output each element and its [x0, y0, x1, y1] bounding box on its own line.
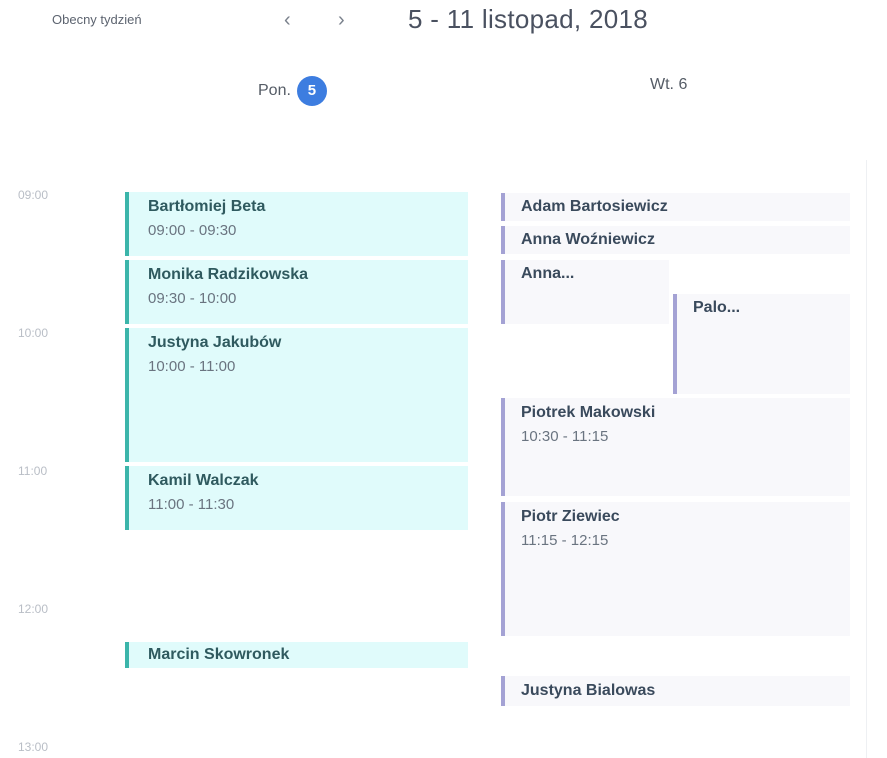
event-time: 11:00 - 11:30: [148, 496, 235, 513]
event-name: Palo...: [693, 299, 741, 316]
time-label: 10:00: [18, 326, 49, 340]
event-name: Bartłomiej Beta: [148, 198, 266, 215]
day-name: Wt. 6: [650, 76, 688, 93]
today-badge: 5: [296, 76, 327, 106]
event-adam-bartosiewicz[interactable]: Adam Bartosiewicz: [501, 193, 850, 221]
grid-divider: [866, 160, 867, 758]
calendar-header: Obecny tydzień ‹ › 5 - 11 listopad, 2018: [0, 0, 887, 50]
time-label: 11:00: [18, 464, 48, 478]
event-bartlomiej-beta[interactable]: Bartłomiej Beta 09:00 - 09:30: [125, 192, 468, 256]
date-range-title: 5 - 11 listopad, 2018: [408, 4, 648, 34]
event-justyna-bialowas[interactable]: Justyna Bialowas: [501, 676, 850, 706]
event-name: Adam Bartosiewicz: [521, 198, 668, 215]
event-justyna-jakubow[interactable]: Justyna Jakubów 10:00 - 11:00: [125, 328, 468, 462]
event-name: Kamil Walczak: [148, 472, 259, 489]
calendar-grid: 09:00 10:00 11:00 12:00 13:00 Bartłomiej…: [0, 160, 887, 758]
event-name: Monika Radzikowska: [148, 266, 309, 283]
event-name: Marcin Skowronek: [148, 646, 290, 663]
event-name: Anna...: [521, 265, 575, 282]
event-marcin-skowronek[interactable]: Marcin Skowronek: [125, 642, 468, 668]
time-label: 09:00: [18, 188, 49, 202]
event-time: 11:15 - 12:15: [521, 532, 609, 549]
event-name: Justyna Jakubów: [148, 334, 282, 351]
event-name: Piotr Ziewiec: [521, 508, 620, 525]
day-header-tuesday[interactable]: Wt. 6: [650, 76, 687, 94]
event-time: 10:30 - 11:15: [521, 428, 609, 445]
time-label: 12:00: [18, 602, 49, 616]
event-anna-truncated[interactable]: Anna...: [501, 260, 669, 324]
event-name: Piotrek Makowski: [521, 404, 656, 421]
event-time: 09:00 - 09:30: [148, 222, 237, 239]
day-name: Pon.: [258, 82, 291, 99]
event-piotr-ziewiec[interactable]: Piotr Ziewiec 11:15 - 12:15: [501, 502, 850, 636]
event-time: 10:00 - 11:00: [148, 358, 236, 375]
chevron-left-icon[interactable]: ‹: [284, 6, 291, 34]
day-header-monday[interactable]: Pon. 5: [258, 76, 327, 106]
chevron-right-icon[interactable]: ›: [338, 6, 345, 34]
event-time: 09:30 - 10:00: [148, 290, 237, 307]
event-anna-wozniewicz[interactable]: Anna Woźniewicz: [501, 226, 850, 254]
event-monika-radzikowska[interactable]: Monika Radzikowska 09:30 - 10:00: [125, 260, 468, 324]
event-name: Justyna Bialowas: [521, 682, 656, 699]
event-piotrek-makowski[interactable]: Piotrek Makowski 10:30 - 11:15: [501, 398, 850, 496]
event-name: Anna Woźniewicz: [521, 231, 655, 248]
event-kamil-walczak[interactable]: Kamil Walczak 11:00 - 11:30: [125, 466, 468, 530]
current-week-button[interactable]: Obecny tydzień: [52, 12, 142, 27]
event-palo-truncated[interactable]: Palo...: [673, 294, 850, 394]
time-label: 13:00: [18, 740, 49, 754]
